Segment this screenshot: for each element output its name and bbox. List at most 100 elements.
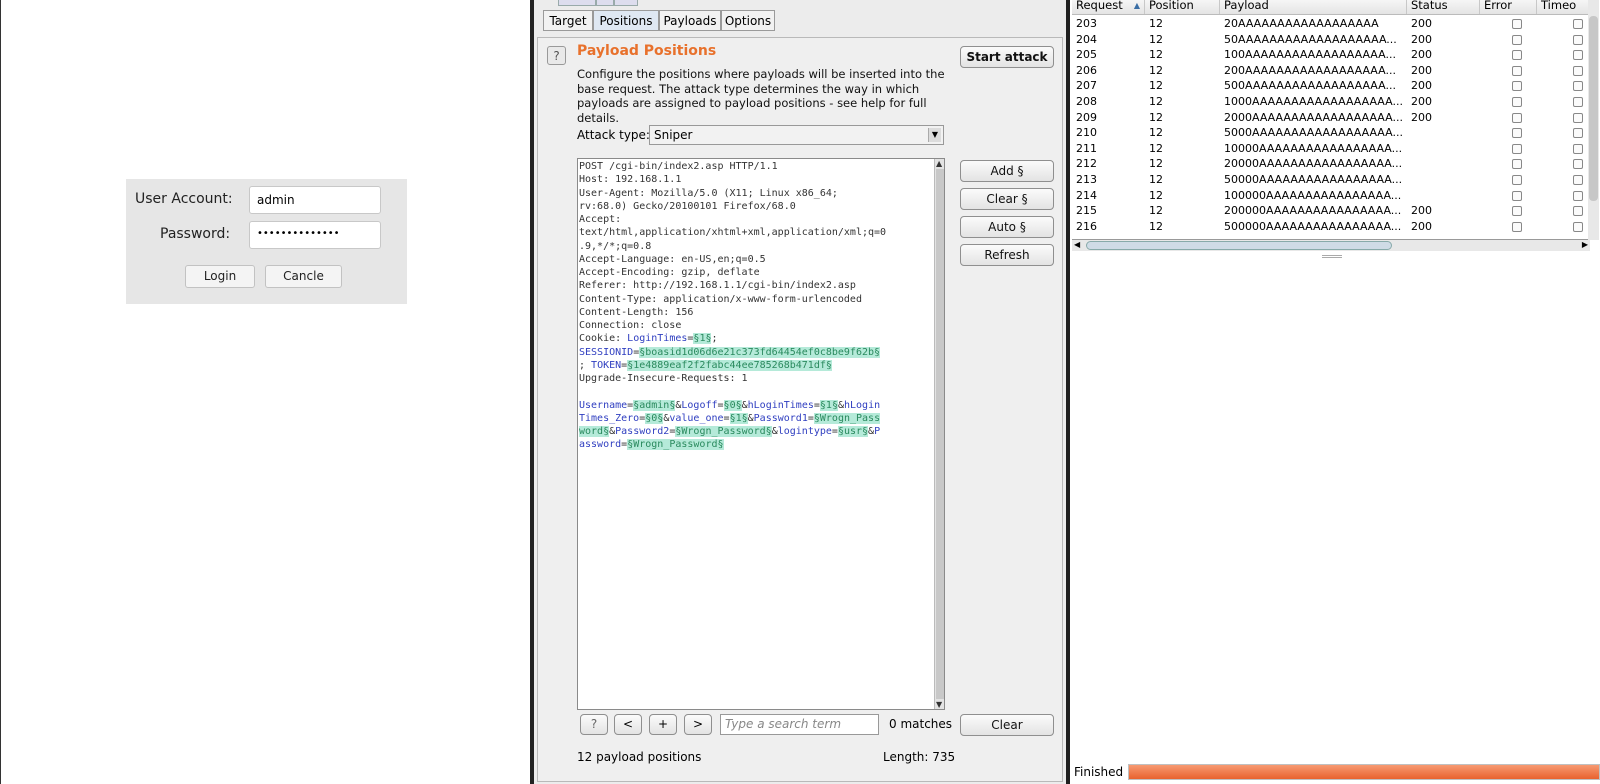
scroll-right-icon[interactable]: ▶ [1582,240,1588,249]
parameter-name: hLogin [844,399,881,411]
cell-request: 213 [1076,173,1097,186]
cell-request: 215 [1076,204,1097,218]
request-line: Content-Length: 156 [579,306,925,319]
column-header-timeout[interactable]: Timeo [1537,0,1590,14]
scroll-down-icon[interactable]: ▼ [936,700,942,709]
table-row[interactable]: 204 12 50AAAAAAAAAAAAAAAAAAA... 200 [1072,32,1590,48]
request-line: assword=§Wrogn_Password§ [579,438,925,451]
cell-payload: 2000AAAAAAAAAAAAAAAAAA... [1224,110,1403,124]
timeout-checkbox [1573,206,1583,217]
parameter-name: SESSIONID [579,346,634,358]
table-row[interactable]: 210 12 5000AAAAAAAAAAAAAAAAAA... [1072,125,1590,141]
cell-request: 209 [1076,110,1097,124]
request-line [579,385,925,398]
table-row[interactable]: 216 12 500000AAAAAAAAAAAAAAAA... 200 [1072,219,1590,235]
cell-position: 12 [1149,17,1163,30]
search-input[interactable]: Type a search term [720,714,879,735]
cell-request: 207 [1076,79,1097,93]
table-row[interactable]: 208 12 1000AAAAAAAAAAAAAAAAAA... 200 [1072,94,1590,110]
request-line: Times_Zero=§0§&value_one=§1§&Password1=§… [579,412,925,425]
search-prev-button[interactable]: < [614,714,642,735]
scroll-thumb[interactable] [1086,241,1392,250]
top-tab-stub[interactable] [614,0,638,6]
clear-markers-button[interactable]: Clear § [960,188,1054,210]
refresh-button[interactable]: Refresh [960,244,1054,266]
timeout-checkbox [1573,19,1583,29]
table-row[interactable]: 212 12 20000AAAAAAAAAAAAAAAAA... [1072,156,1590,172]
request-text-segment: Accept: [579,214,622,225]
request-text-segment: = [807,412,814,424]
attack-type-label: Attack type: [577,128,650,142]
table-row[interactable]: 203 12 20AAAAAAAAAAAAAAAAAA 200 [1072,16,1590,32]
tab-payloads[interactable]: Payloads [659,10,721,31]
request-length: Length: 735 [883,750,956,764]
results-horizontal-scrollbar[interactable]: ◀ ▶ [1072,240,1590,251]
column-header-position[interactable]: Position [1145,0,1220,14]
search-next-button[interactable]: > [684,714,712,735]
search-help-button[interactable]: ? [580,714,608,735]
cell-request: 206 [1076,63,1097,77]
table-row[interactable]: 211 12 10000AAAAAAAAAAAAAAAAA... [1072,141,1590,157]
user-account-input[interactable]: admin [249,186,381,214]
request-text-segment: text/html,application/xhtml+xml,applicat… [579,227,887,239]
cell-payload: 50AAAAAAAAAAAAAAAAAAA... [1224,32,1397,46]
scroll-thumb[interactable] [936,169,944,699]
request-line: .9,*/*;q=0.8 [579,240,925,253]
column-header-error[interactable]: Error [1480,0,1537,14]
pane-splitter[interactable] [1322,255,1342,258]
request-line: Host: 192.168.1.1 [579,173,925,186]
request-text: POST /cgi-bin/index2.asp HTTP/1.1 Host: 1… [579,160,925,452]
auto-marker-button[interactable]: Auto § [960,216,1054,238]
tab-target[interactable]: Target [543,10,593,31]
attack-type-select[interactable]: Sniper ▼ [649,125,944,145]
cell-position: 12 [1149,219,1163,233]
timeout-checkbox [1573,34,1583,45]
attack-type-value: Sniper [654,128,693,142]
editor-scrollbar[interactable]: ▲ ▼ [934,159,944,709]
cell-position: 12 [1149,95,1163,108]
top-tab-stub[interactable] [558,0,596,6]
request-line: Accept-Encoding: gzip, deflate [579,266,925,279]
help-button[interactable]: ? [547,46,566,65]
scroll-left-icon[interactable]: ◀ [1074,240,1080,249]
cell-payload: 20000AAAAAAAAAAAAAAAAA... [1224,157,1403,171]
table-row[interactable]: 205 12 100AAAAAAAAAAAAAAAAAA... 200 [1072,47,1590,63]
tab-options[interactable]: Options [721,10,775,31]
table-row[interactable]: 209 12 2000AAAAAAAAAAAAAAAAAA... 200 [1072,110,1590,126]
parameter-name: assword [579,439,622,451]
table-row[interactable]: 214 12 100000AAAAAAAAAAAAAAAA... [1072,188,1590,204]
cancel-button[interactable]: Cancle [265,265,342,288]
cell-request: 216 [1076,219,1097,233]
cell-payload: 1000AAAAAAAAAAAAAAAAAA... [1224,95,1403,108]
table-row[interactable]: 207 12 500AAAAAAAAAAAAAAAAAA... 200 [1072,78,1590,94]
start-attack-button[interactable]: Start attack [960,46,1054,68]
match-count: 0 matches [889,717,953,731]
cell-payload: 50000AAAAAAAAAAAAAAAAA... [1224,173,1403,186]
request-editor[interactable]: POST /cgi-bin/index2.asp HTTP/1.1 Host: 1… [577,158,945,710]
column-header-request[interactable]: Request ▲ [1072,0,1145,14]
parameter-name: Password2 [615,426,670,437]
parameter-name: Password1 [753,412,808,424]
scroll-up-icon[interactable]: ▲ [936,159,942,168]
attack-progress-bar [1128,764,1600,780]
column-header-status[interactable]: Status [1407,0,1480,14]
cell-status: 200 [1411,17,1432,30]
cell-position: 12 [1149,79,1163,93]
table-row[interactable]: 206 12 200AAAAAAAAAAAAAAAAAA... 200 [1072,63,1590,79]
table-row[interactable]: 213 12 50000AAAAAAAAAAAAAAAAA... [1072,172,1590,188]
cell-payload: 100000AAAAAAAAAAAAAAAA... [1224,188,1402,202]
table-row[interactable]: 215 12 200000AAAAAAAAAAAAAAAA... 200 [1072,203,1590,219]
cell-status: 200 [1411,79,1432,93]
column-header-payload[interactable]: Payload [1220,0,1407,14]
results-vertical-scrollbar[interactable] [1588,0,1599,240]
password-input[interactable]: •••••••••••••• [249,221,381,249]
tab-positions[interactable]: Positions [593,10,659,31]
add-marker-button[interactable]: Add § [960,160,1054,182]
clear-button[interactable]: Clear [960,714,1054,736]
top-tab-stub[interactable] [596,0,614,6]
request-text-segment: = [813,399,820,411]
search-add-button[interactable]: + [649,714,677,735]
scroll-thumb[interactable] [1589,16,1598,201]
login-button[interactable]: Login [185,265,255,288]
request-line: Accept: [579,213,925,226]
